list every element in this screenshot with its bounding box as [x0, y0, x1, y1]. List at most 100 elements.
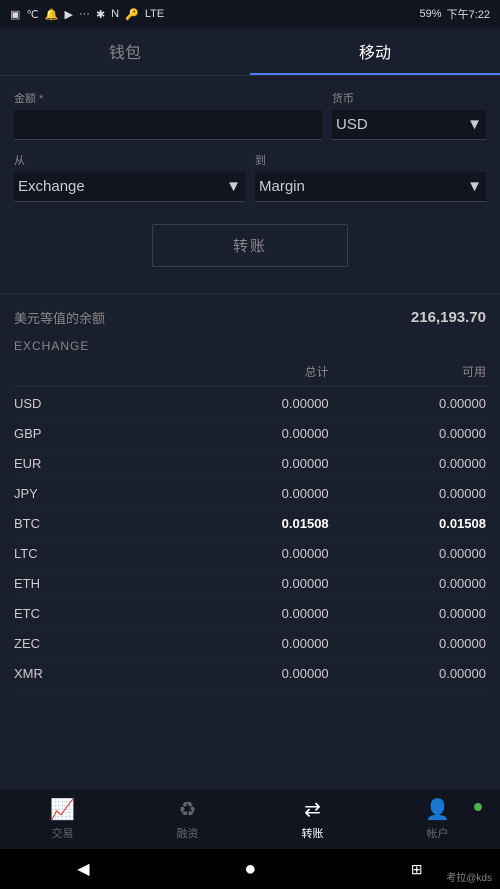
td-currency: EUR — [14, 456, 171, 471]
account-dot — [474, 803, 482, 811]
chevron-down-icon: ▼ — [467, 116, 482, 133]
td-currency: ETH — [14, 576, 171, 591]
td-total: 0.00000 — [171, 426, 328, 441]
tab-bar: 钱包 移动 — [0, 28, 500, 76]
currency-value: USD — [336, 116, 368, 133]
menu-icon: ▣ — [10, 8, 20, 21]
table-row: ETH 0.00000 0.00000 — [14, 569, 486, 599]
table-row: XMR 0.00000 0.00000 — [14, 659, 486, 689]
trade-icon: 📈 — [50, 797, 75, 822]
recent-button[interactable]: ⊞ — [411, 861, 423, 878]
th-available: 可用 — [329, 363, 486, 380]
dots: ··· — [79, 8, 90, 20]
td-total: 0.00000 — [171, 456, 328, 471]
td-total: 0.00000 — [171, 636, 328, 651]
td-available: 0.00000 — [329, 546, 486, 561]
status-bar-left: ▣ ℃ 🔔 ▶ ··· ✱ N 🔑 LTE — [10, 8, 164, 21]
td-available: 0.00000 — [329, 666, 486, 681]
th-total: 总计 — [171, 363, 328, 380]
td-available: 0.00000 — [329, 696, 486, 699]
td-available: 0.00000 — [329, 456, 486, 471]
transfer-btn-row: 转账 — [14, 214, 486, 283]
notification-icon: 🔔 — [45, 8, 59, 21]
nav-trade[interactable]: 📈 交易 — [0, 797, 125, 841]
funding-icon: ♻ — [179, 797, 197, 822]
time-text: 下午7:22 — [447, 6, 490, 22]
from-group: 从 Exchange ▼ — [14, 152, 245, 202]
table-row: BTC 0.01508 0.01508 — [14, 509, 486, 539]
td-available: 0.00000 — [329, 426, 486, 441]
tab-transfer[interactable]: 移动 — [250, 28, 500, 75]
nav-account[interactable]: 👤 帐户 — [375, 797, 500, 841]
form-row-1: 金额 * 货币 USD ▼ — [14, 90, 486, 140]
watermark: 考拉@kds — [446, 869, 492, 884]
chevron-down-icon-2: ▼ — [226, 178, 241, 195]
chevron-down-icon-3: ▼ — [467, 178, 482, 195]
nav-transfer-label: 转账 — [302, 825, 324, 841]
scrollable-table[interactable]: USD 0.00000 0.00000 GBP 0.00000 0.00000 … — [14, 389, 486, 699]
nav-funding[interactable]: ♻ 融资 — [125, 797, 250, 841]
tab-wallet-label: 钱包 — [109, 39, 141, 63]
td-currency: GBP — [14, 426, 171, 441]
td-currency: XMR — [14, 666, 171, 681]
sys-nav: ◀ ● ⊞ 考拉@kds — [0, 849, 500, 889]
play-icon: ▶ — [64, 8, 72, 21]
td-currency: JPY — [14, 486, 171, 501]
from-select[interactable]: Exchange ▼ — [14, 172, 245, 202]
table-row: DASH 0.00000 0.00000 — [14, 689, 486, 699]
td-currency: ETC — [14, 606, 171, 621]
td-total: 0.00000 — [171, 576, 328, 591]
to-label: 到 — [255, 152, 486, 168]
td-total: 0.00000 — [171, 546, 328, 561]
key-icon: 🔑 — [125, 8, 139, 21]
account-icon: 👤 — [425, 797, 450, 822]
from-value: Exchange — [18, 178, 85, 195]
td-available: 0.00000 — [329, 636, 486, 651]
td-total: 0.00000 — [171, 486, 328, 501]
form-area: 金额 * 货币 USD ▼ 从 Exchange ▼ 到 Margin ▼ — [0, 76, 500, 293]
back-button[interactable]: ◀ — [77, 859, 89, 879]
status-bar: ▣ ℃ 🔔 ▶ ··· ✱ N 🔑 LTE 59% 下午7:22 — [0, 0, 500, 28]
from-label: 从 — [14, 152, 245, 168]
td-available: 0.01508 — [329, 516, 486, 531]
balance-label: 美元等值的余额 — [14, 308, 105, 327]
td-available: 0.00000 — [329, 576, 486, 591]
tab-transfer-label: 移动 — [359, 39, 391, 63]
form-row-2: 从 Exchange ▼ 到 Margin ▼ — [14, 152, 486, 202]
td-currency: LTC — [14, 546, 171, 561]
exchange-label: EXCHANGE — [14, 333, 486, 357]
table-row: GBP 0.00000 0.00000 — [14, 419, 486, 449]
bluetooth-icon: ✱ — [96, 8, 105, 21]
table-row: USD 0.00000 0.00000 — [14, 389, 486, 419]
td-available: 0.00000 — [329, 486, 486, 501]
table-row: LTC 0.00000 0.00000 — [14, 539, 486, 569]
transfer-button[interactable]: 转账 — [152, 224, 348, 267]
currency-select[interactable]: USD ▼ — [332, 110, 486, 140]
table-row: EUR 0.00000 0.00000 — [14, 449, 486, 479]
td-total: 0.00000 — [171, 696, 328, 699]
td-currency: BTC — [14, 516, 171, 531]
to-select[interactable]: Margin ▼ — [255, 172, 486, 202]
table-row: ETC 0.00000 0.00000 — [14, 599, 486, 629]
nav-trade-label: 交易 — [52, 825, 74, 841]
td-currency: USD — [14, 396, 171, 411]
bottom-nav: 📈 交易 ♻ 融资 ⇄ 转账 👤 帐户 — [0, 789, 500, 849]
td-available: 0.00000 — [329, 606, 486, 621]
amount-label: 金额 * — [14, 90, 322, 106]
to-group: 到 Margin ▼ — [255, 152, 486, 202]
nav-account-label: 帐户 — [427, 825, 449, 841]
status-bar-right: 59% 下午7:22 — [420, 6, 490, 22]
balance-section: 美元等值的余额 216,193.70 — [0, 293, 500, 333]
signal-icon: LTE — [145, 8, 164, 20]
battery-text: 59% — [420, 8, 442, 20]
nfc-icon: N — [111, 8, 119, 20]
amount-group: 金额 * — [14, 90, 322, 140]
tab-wallet[interactable]: 钱包 — [0, 28, 250, 75]
currency-group: 货币 USD ▼ — [332, 90, 486, 140]
nav-transfer[interactable]: ⇄ 转账 — [250, 797, 375, 841]
home-button[interactable]: ● — [244, 858, 256, 881]
currency-label: 货币 — [332, 90, 486, 106]
amount-input[interactable] — [14, 110, 322, 140]
td-total: 0.00000 — [171, 666, 328, 681]
table-row: JPY 0.00000 0.00000 — [14, 479, 486, 509]
